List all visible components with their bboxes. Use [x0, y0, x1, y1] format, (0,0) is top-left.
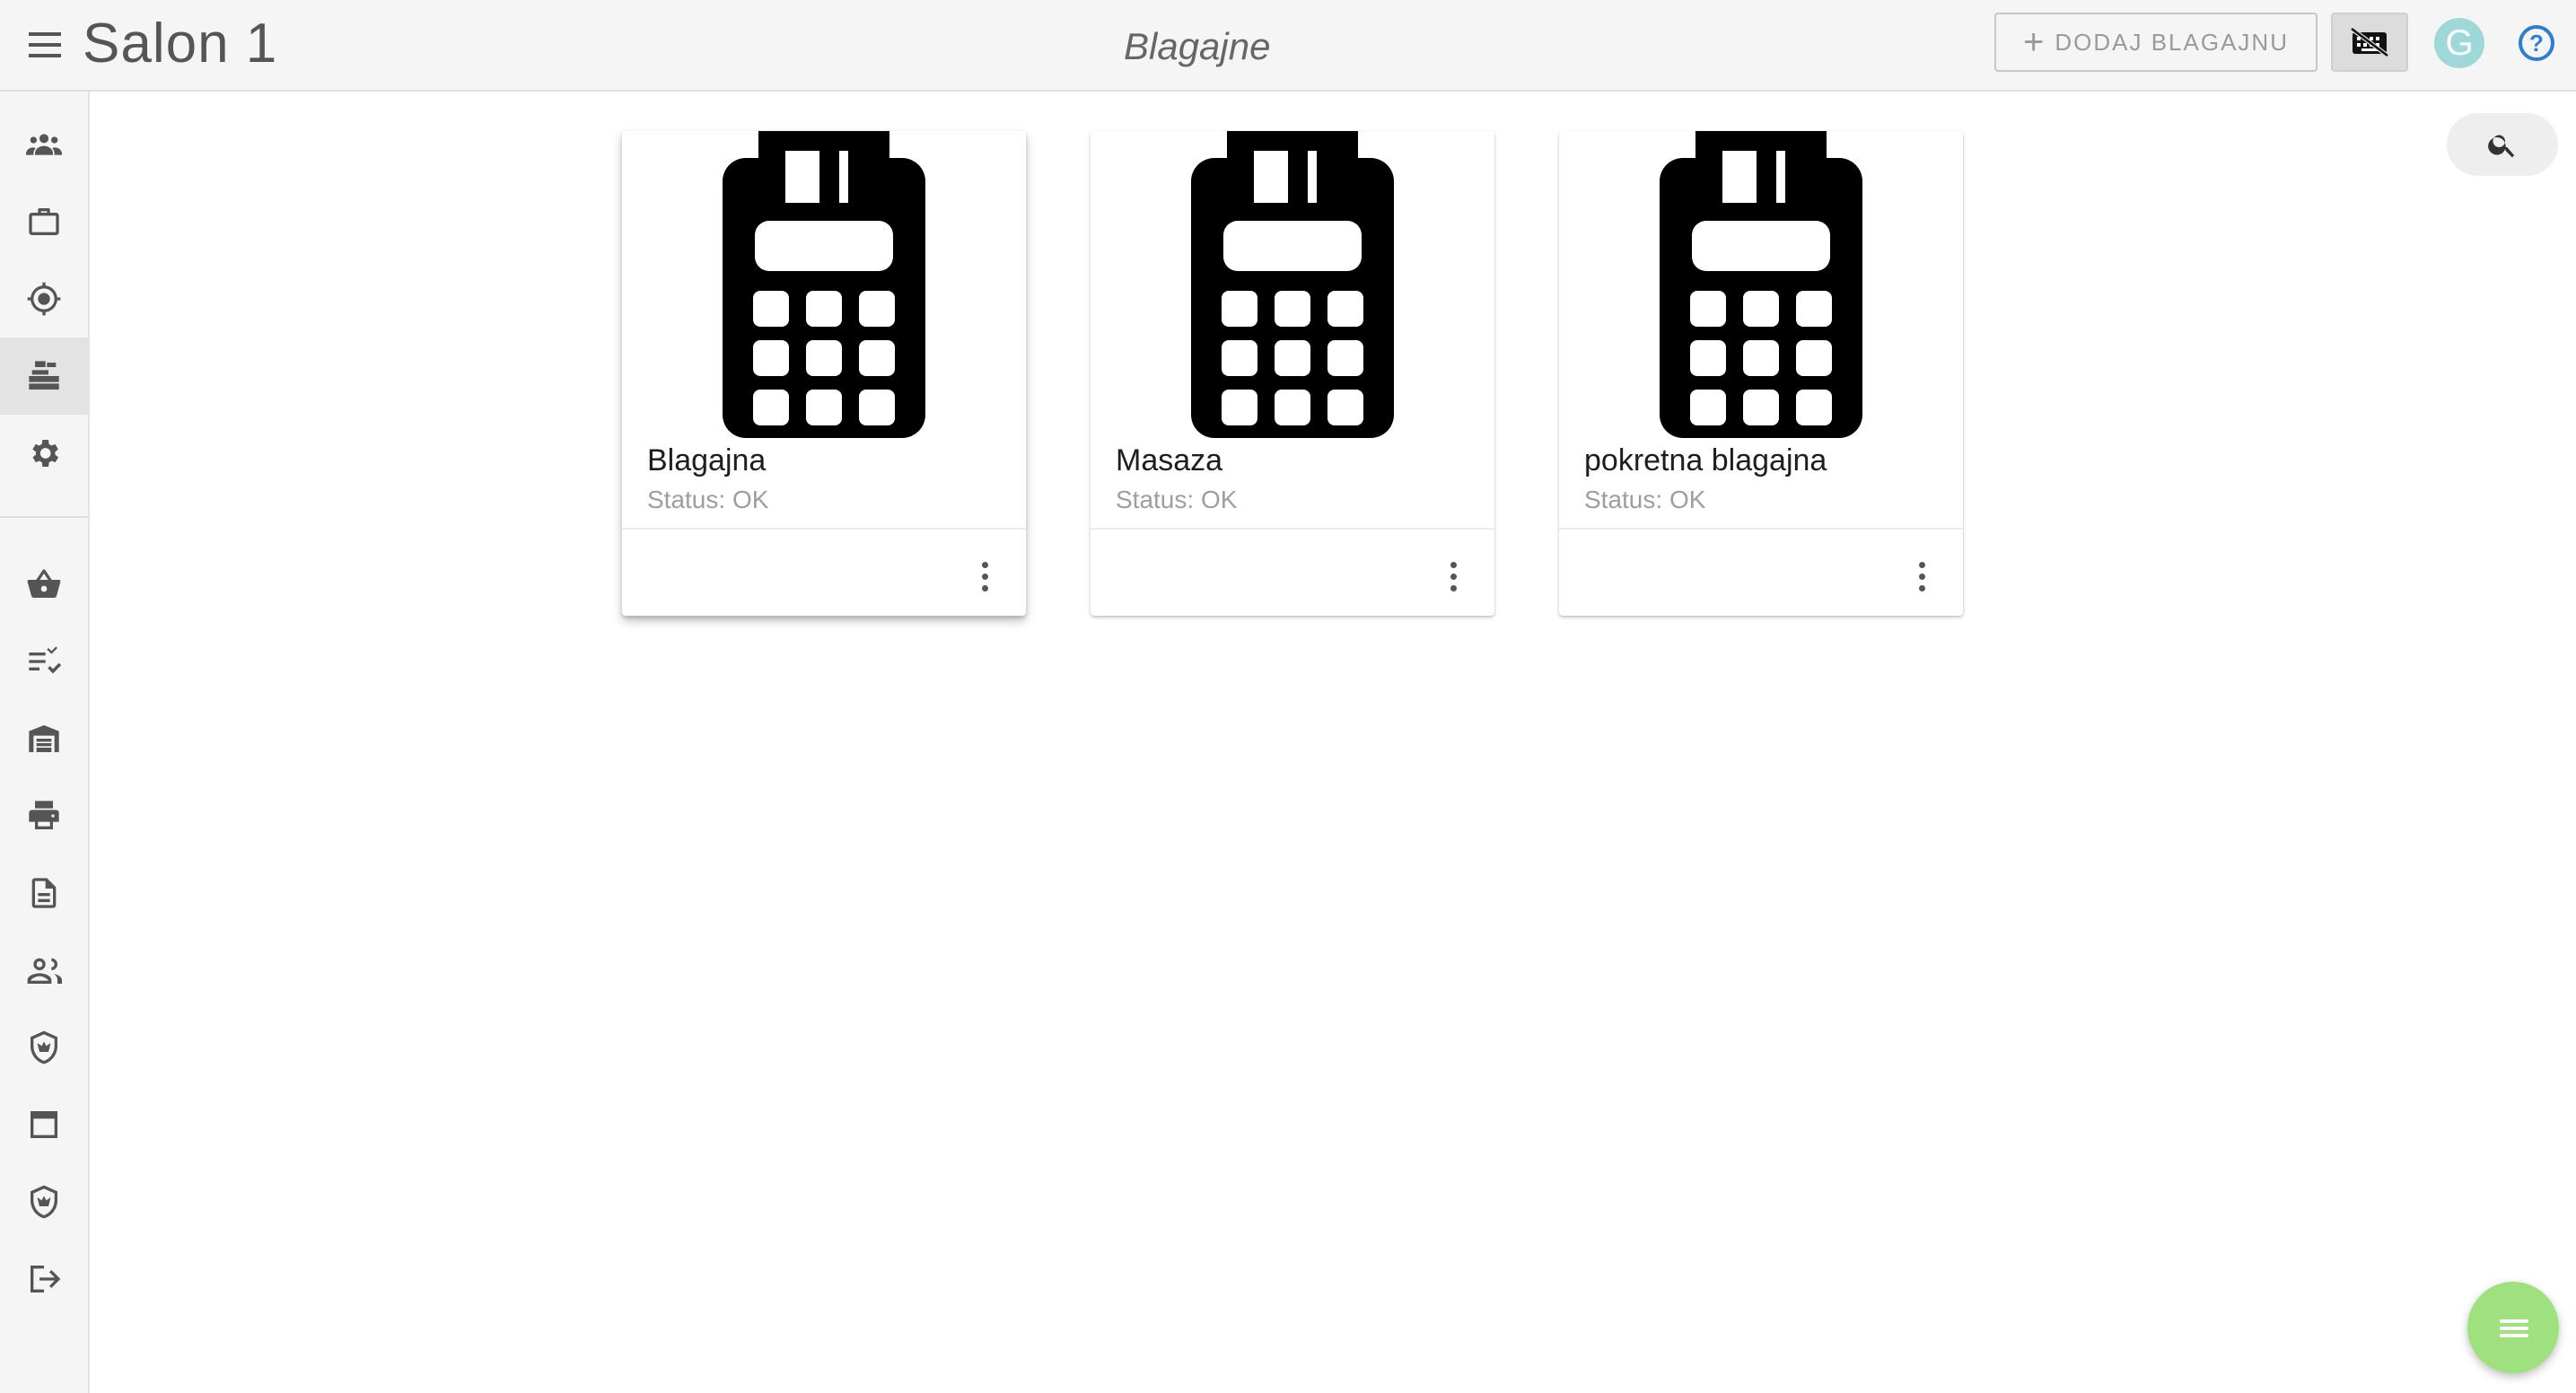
pos-terminal-icon: [1191, 131, 1394, 438]
checklist-icon: [29, 646, 62, 674]
card-divider: [622, 528, 1026, 530]
fab-menu-button[interactable]: [2467, 1282, 2559, 1373]
register-name: Masaza: [1116, 443, 1223, 477]
basket-icon: [27, 569, 61, 599]
cash-register-icon: [29, 361, 59, 390]
shield-crown-icon: [31, 1185, 57, 1219]
warehouse-icon: [29, 725, 59, 752]
add-register-label: DODAJ BLAGAJNU: [2055, 28, 2289, 56]
gear-icon: [32, 440, 58, 467]
sidebar: [0, 92, 90, 1393]
register-status: Status: OK: [1584, 486, 1706, 513]
card-divider: [1559, 528, 1963, 530]
help-icon[interactable]: ?: [2519, 25, 2554, 61]
keyboard-off-icon: [2350, 27, 2389, 57]
pos-terminal-icon: [1660, 131, 1862, 438]
sidebar-item-tasks[interactable]: [0, 623, 88, 700]
sidebar-item-registers[interactable]: [0, 337, 88, 415]
register-card[interactable]: pokretna blagajna Status: OK: [1559, 131, 1963, 616]
register-card[interactable]: Blagajna Status: OK: [622, 131, 1026, 616]
sidebar-item-services[interactable]: [0, 183, 88, 260]
sidebar-item-security[interactable]: [0, 1163, 88, 1240]
sidebar-item-logout[interactable]: [0, 1240, 88, 1318]
register-status: Status: OK: [647, 486, 769, 513]
add-register-button[interactable]: + DODAJ BLAGAJNU: [1994, 13, 2318, 72]
sidebar-item-printing[interactable]: [0, 777, 88, 854]
sidebar-item-employees[interactable]: [0, 932, 88, 1009]
sidebar-item-settings[interactable]: [0, 415, 88, 492]
location-target-icon: [27, 282, 61, 316]
logout-icon: [31, 1266, 61, 1292]
more-vert-icon[interactable]: [1437, 551, 1469, 601]
sidebar-item-locations[interactable]: [0, 260, 88, 337]
plus-icon: +: [2023, 22, 2046, 62]
printer-icon: [29, 801, 59, 829]
sidebar-item-window[interactable]: [0, 1086, 88, 1163]
card-divider: [1091, 528, 1494, 530]
more-vert-icon[interactable]: [1906, 551, 1938, 601]
briefcase-icon: [29, 208, 59, 235]
register-name: Blagajna: [647, 443, 767, 477]
users-group-icon: [26, 134, 62, 155]
hamburger-menu-icon[interactable]: [20, 20, 70, 70]
sidebar-item-documents[interactable]: [0, 854, 88, 932]
sidebar-item-warehouse[interactable]: [0, 700, 88, 777]
document-icon: [31, 878, 57, 908]
search-button[interactable]: [2447, 113, 2558, 176]
sidebar-item-admin[interactable]: [0, 1009, 88, 1086]
more-vert-icon[interactable]: [968, 551, 1001, 601]
sidebar-divider: [0, 516, 88, 518]
register-card[interactable]: Masaza Status: OK: [1091, 131, 1494, 616]
app-title: Salon 1: [83, 13, 278, 74]
page-title: Blagajne: [1124, 25, 1271, 67]
register-name: pokretna blagajna: [1584, 443, 1827, 477]
top-bar: Salon 1 Blagajne + DODAJ BLAGAJNU G ?: [0, 0, 2576, 92]
register-status: Status: OK: [1116, 486, 1238, 513]
user-avatar[interactable]: G: [2434, 18, 2484, 68]
people-icon: [27, 958, 62, 984]
sidebar-item-shop[interactable]: [0, 546, 88, 623]
sidebar-item-clients[interactable]: [0, 106, 88, 183]
shield-crown-icon: [31, 1030, 57, 1064]
search-icon: [2488, 135, 2515, 158]
pos-terminal-icon: [723, 131, 925, 438]
keyboard-toggle-button[interactable]: [2331, 13, 2408, 72]
window-icon: [31, 1111, 57, 1138]
